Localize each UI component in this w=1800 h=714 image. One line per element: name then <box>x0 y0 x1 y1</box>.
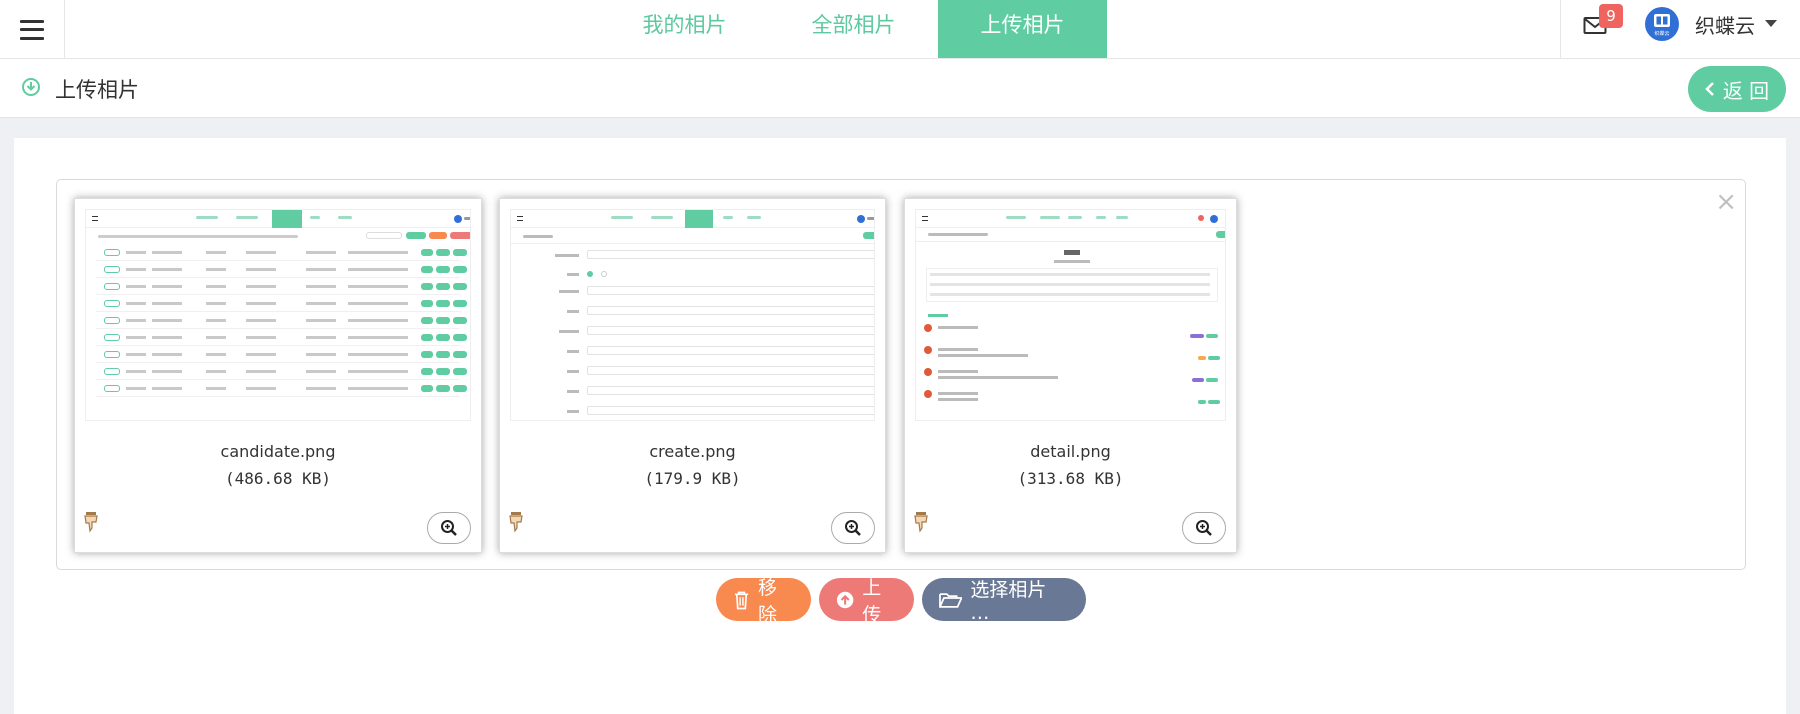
zoom-button[interactable] <box>427 512 471 544</box>
upload-button-label: 上传 <box>862 576 882 626</box>
page-title: 上传相片 <box>55 78 139 102</box>
file-size: (486.68 KB) <box>225 469 331 488</box>
back-button-label: 返 回 <box>1722 78 1770 103</box>
drag-handle-icon[interactable] <box>508 511 526 533</box>
remove-button[interactable]: 移除 <box>716 577 811 626</box>
mail-count-badge: 9 <box>1599 4 1623 28</box>
file-name: create.png <box>649 442 736 461</box>
drag-handle-icon[interactable] <box>83 511 101 533</box>
chevron-down-icon[interactable] <box>1765 20 1777 27</box>
upload-panel: × candidate.png (486.68 KB) create.png (… <box>14 138 1786 714</box>
select-photos-button-label: 选择相片 … <box>970 579 1047 624</box>
thumbnail-image <box>85 209 471 421</box>
user-name[interactable]: 织蝶云 <box>1695 10 1755 39</box>
file-preview-card: create.png (179.9 KB) <box>499 198 886 553</box>
select-photos-button[interactable]: 选择相片 … <box>922 578 1086 624</box>
folder-open-icon <box>939 592 963 608</box>
remove-button-label: 移除 <box>758 576 778 626</box>
main-nav: 我的相片 全部相片 上传相片 <box>600 0 1107 58</box>
back-button[interactable]: 返 回 <box>1688 66 1786 112</box>
file-dropzone[interactable]: × candidate.png (486.68 KB) create.png (… <box>56 179 1746 570</box>
avatar-text: 织蝶云 <box>1654 30 1669 37</box>
zoom-button[interactable] <box>1182 512 1226 544</box>
drag-handle-icon[interactable] <box>913 511 931 533</box>
upload-button[interactable]: 上传 <box>819 577 914 626</box>
zoom-in-icon <box>845 520 861 536</box>
user-area: 9 织蝶云 织蝶云 <box>1560 0 1800 59</box>
avatar[interactable]: 织蝶云 <box>1645 7 1679 41</box>
hamburger-menu-icon[interactable] <box>0 0 65 59</box>
top-bar: 我的相片 全部相片 上传相片 9 织蝶云 织蝶云 <box>0 0 1800 59</box>
page-header: 上传相片 返 回 <box>0 59 1800 118</box>
close-icon[interactable]: × <box>1715 189 1737 215</box>
file-name: detail.png <box>1030 442 1111 461</box>
tab-my-photos[interactable]: 我的相片 <box>600 0 769 58</box>
tab-upload-photos[interactable]: 上传相片 <box>938 0 1107 58</box>
zoom-in-icon <box>441 520 457 536</box>
tab-all-photos[interactable]: 全部相片 <box>769 0 938 58</box>
file-name: candidate.png <box>220 442 336 461</box>
chevron-left-icon <box>1705 82 1714 96</box>
file-preview-card: candidate.png (486.68 KB) <box>74 198 482 553</box>
file-size: (313.68 KB) <box>1017 469 1124 488</box>
file-size: (179.9 KB) <box>644 469 741 488</box>
zoom-button[interactable] <box>831 512 875 544</box>
zoom-in-icon <box>1196 520 1212 536</box>
file-preview-card: detail.png (313.68 KB) <box>904 198 1237 553</box>
download-circle-icon <box>21 77 41 97</box>
thumbnail-image <box>915 209 1226 421</box>
action-buttons: 移除 上传 选择相片 … <box>716 577 1086 626</box>
upload-circle-icon <box>836 591 854 608</box>
thumbnail-image <box>510 209 875 421</box>
trash-icon <box>734 591 749 609</box>
